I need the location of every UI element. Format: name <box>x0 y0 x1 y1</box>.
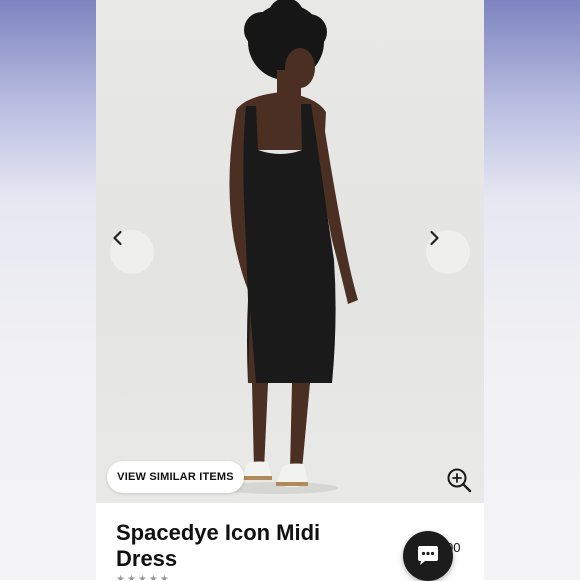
view-similar-items-button[interactable]: VIEW SIMILAR ITEMS <box>107 461 244 493</box>
chevron-right-icon <box>430 230 439 246</box>
zoom-button[interactable] <box>446 467 476 497</box>
product-card: VIEW SIMILAR ITEMS Spacedye Icon Midi Dr… <box>96 0 484 580</box>
product-title: Spacedye Icon Midi Dress <box>116 520 321 571</box>
chevron-left-icon <box>113 230 122 246</box>
rating-stars: ★★★★★ <box>116 574 171 580</box>
next-image-button[interactable] <box>426 230 470 274</box>
chat-button[interactable] <box>403 531 453 581</box>
previous-image-button[interactable] <box>110 230 154 274</box>
background-left <box>0 0 96 580</box>
zoom-in-icon <box>447 468 472 493</box>
chat-bubble-icon <box>418 546 438 565</box>
product-photo: VIEW SIMILAR ITEMS <box>96 0 484 503</box>
background-right <box>484 0 580 580</box>
